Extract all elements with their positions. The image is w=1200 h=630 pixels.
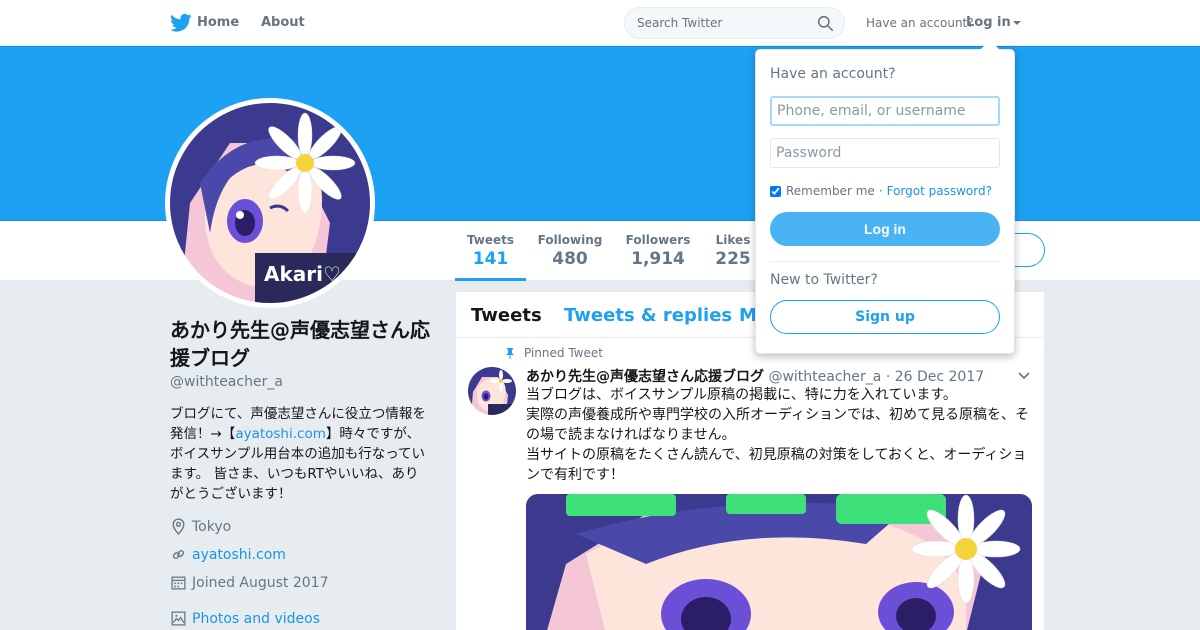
profile-handle[interactable]: @withteacher_a [170,374,283,390]
stat-likes[interactable]: Likes 225 [713,233,753,269]
stat-following-value: 480 [552,249,588,269]
tab-tweets-replies[interactable]: Tweets & replies [564,305,732,326]
password-field[interactable] [770,138,1000,168]
stat-tweets[interactable]: Tweets 141 [455,233,526,281]
avatar-logo-text: Akari♡ [264,262,341,286]
remember-me-label[interactable]: Remember me [786,184,875,198]
location-pin-icon [172,518,185,535]
home-link[interactable]: Home [197,15,239,30]
login-dropdown-toggle[interactable]: Log in [966,15,1021,30]
pinned-indicator: Pinned Tweet [504,346,603,360]
profile-joined: Joined August 2017 [170,574,328,591]
link-icon [172,550,185,559]
bio-link[interactable]: ayatoshi.com [235,426,326,442]
joined-text: Joined August 2017 [192,574,329,591]
dropdown-divider [770,261,1000,262]
tweet-author-handle[interactable]: @withteacher_a [768,369,881,385]
calendar-icon [171,576,186,590]
location-text: Tokyo [192,518,232,535]
top-navigation: Home About Have an account? Log in [0,0,1200,46]
tweet-separator: · [885,369,891,385]
caret-down-icon [1012,20,1021,25]
photos-videos-label: Photos and videos [192,610,321,627]
tweet-line: 当ブログは、ボイスサンプル原稿の掲載に、特に力を入れています。 [526,387,957,403]
tweet-header: あかり先生@声優志望さん応援ブログ @withteacher_a · 26 De… [526,366,984,386]
dropdown-title: Have an account? [770,66,896,82]
login-button[interactable]: Log in [770,212,1000,246]
stat-following[interactable]: Following 480 [537,233,603,269]
remember-separator: · [878,184,883,198]
search-box [624,7,845,39]
have-account-text: Have an account? [866,16,974,30]
image-icon [171,611,186,626]
tab-tweets[interactable]: Tweets [471,305,542,326]
signup-button[interactable]: Sign up [770,300,1000,334]
stat-followers-value: 1,914 [631,249,685,269]
profile-location: Tokyo [170,518,231,535]
tweet-author-name[interactable]: あかり先生@声優志望さん応援ブログ [526,369,764,385]
tweet-media-illustration [526,494,1032,630]
chevron-down-icon[interactable] [1018,372,1030,380]
photos-videos-link[interactable]: Photos and videos [170,610,320,627]
profile-bio: ブログにて、声優志望さんに役立つ情報を発信！→【ayatoshi.com】時々で… [170,404,432,504]
profile-name: あかり先生@声優志望さん応援ブログ [170,318,430,370]
stat-followers[interactable]: Followers 1,914 [625,233,691,269]
search-icon[interactable] [817,15,834,32]
pinned-label: Pinned Tweet [524,346,603,360]
tweet-text: 当ブログは、ボイスサンプル原稿の掲載に、特に力を入れています。 実際の声優養成所… [526,385,1032,485]
tweet-line: 当サイトの原稿をたくさん読んで、初見原稿の対策をしておくと、オーディションで有利… [526,447,1027,483]
tweet-media-image[interactable] [526,494,1032,630]
stat-likes-value: 225 [715,249,751,269]
login-toggle-label: Log in [966,15,1011,30]
about-link[interactable]: About [261,15,305,30]
username-field[interactable] [770,96,1000,126]
stat-following-label: Following [537,233,603,247]
avatar-image: Akari♡ [170,103,370,303]
tweet-date[interactable]: 26 Dec 2017 [895,369,984,385]
login-dropdown: Have an account? Remember me · Forgot pa… [755,40,1015,354]
profile-url: ayatoshi.com [170,546,286,563]
stat-tweets-value: 141 [472,249,509,269]
pin-icon [506,348,514,359]
search-input[interactable] [637,8,817,38]
tweet-avatar-image [468,367,516,415]
remember-me-checkbox[interactable] [770,185,781,197]
forgot-password-link[interactable]: Forgot password? [887,184,992,198]
new-to-twitter-text: New to Twitter? [770,272,878,288]
stat-tweets-label: Tweets [466,233,515,247]
stat-likes-label: Likes [715,233,751,247]
remember-row: Remember me · Forgot password? [770,184,992,198]
profile-avatar[interactable]: Akari♡ [165,98,375,308]
profile-url-link[interactable]: ayatoshi.com [192,547,286,563]
twitter-bird-icon[interactable] [170,13,192,33]
tweet-avatar[interactable] [468,367,516,415]
tweet-line: 実際の声優養成所や専門学校の入所オーディションでは、初めて見る原稿を、その場で読… [526,407,1030,443]
stat-followers-label: Followers [625,233,691,247]
